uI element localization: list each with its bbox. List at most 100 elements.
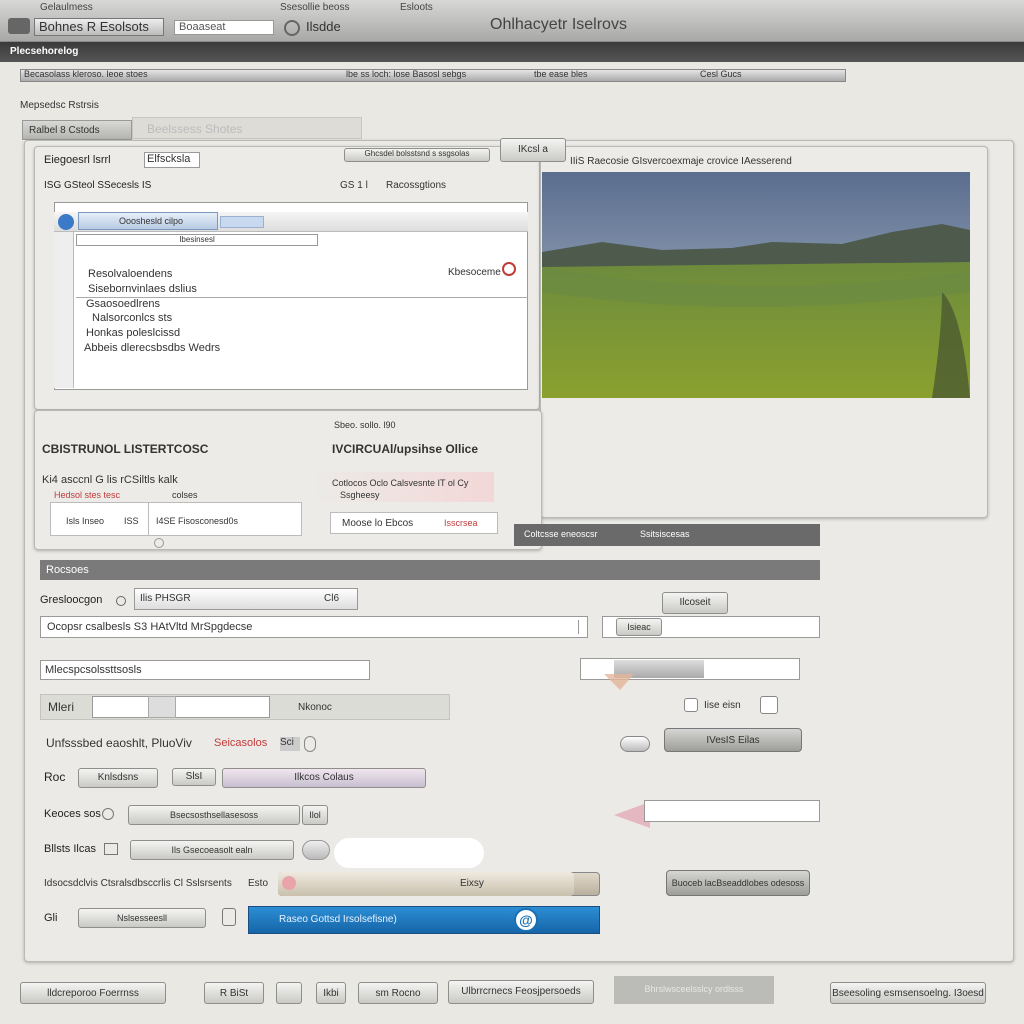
form-row4-field[interactable]	[92, 696, 270, 718]
toggle-icon[interactable]	[304, 736, 316, 752]
list-item-2[interactable]: Sisebornvinlaes dslius	[88, 283, 268, 297]
row10-icon	[222, 908, 236, 926]
form-row9-progress: Eixsy	[460, 878, 484, 889]
browser-row2-right: Racossgtions	[386, 180, 447, 191]
list-item-6[interactable]: Abbeis dlerecsbsdbs Wedrs	[84, 342, 304, 356]
list-item-4[interactable]: Nalsorconlcs sts	[92, 312, 292, 326]
top-menu-2[interactable]: Ssesollie beoss	[280, 2, 400, 14]
footer-btn-5[interactable]: Ulbrrcrnecs Feosjpersoeds	[448, 980, 594, 1004]
form-row7-label: Keoces sos	[44, 808, 101, 820]
checkbox-icon[interactable]	[684, 698, 698, 712]
browser-row1-label: Eiegoesrl lsrrl	[44, 154, 111, 166]
address-segment-4[interactable]: Cesl Gucs	[700, 69, 800, 82]
list-item-3[interactable]: Gsaosoedlrens	[86, 298, 286, 312]
form-row5-num: Sci	[280, 737, 300, 751]
form-row5-btn[interactable]: IVesIS Eilas	[664, 728, 802, 752]
form-row10-label: Gli	[44, 912, 58, 924]
top-menu-1[interactable]: Gelaulmess	[40, 2, 240, 14]
info-icon	[116, 596, 126, 606]
form-row8-label: Bllsts Ilcas	[44, 843, 96, 855]
mid-line2: Hedsol stes tesc	[54, 490, 121, 500]
footer-btn-4[interactable]: sm Rocno	[358, 982, 438, 1004]
address-segment-1[interactable]: Becasolass kleroso. leoe stoes	[24, 69, 214, 82]
globe-icon	[58, 214, 74, 230]
mid-right-heading: IVCIRCUAl/upsihse Ollice	[332, 442, 479, 456]
mid-right-cell1: Moose lo Ebcos	[342, 518, 414, 529]
section-tab-1[interactable]: Coltcsse eneoscsr	[524, 529, 634, 541]
form-row6-sel1[interactable]: Knlsdsns	[78, 768, 158, 788]
row8-oval-button[interactable]	[302, 840, 330, 860]
dropdown-icon[interactable]	[578, 620, 588, 634]
checkbox-2-icon[interactable]	[760, 696, 778, 714]
form-row7-right-field[interactable]	[644, 800, 820, 822]
list-badge: Kbesoceme	[448, 267, 501, 278]
mid-cell3: I4SE Fisosconesd0s	[156, 516, 239, 526]
form-row7-end[interactable]: Ilol	[302, 805, 328, 825]
search-input[interactable]: Boaaseat	[174, 20, 274, 35]
footer-btn-7[interactable]: Bseesoling esmsensoelng. I3oesd	[830, 982, 986, 1004]
form-row6-sel2[interactable]: SlsI	[172, 768, 216, 786]
tab-1[interactable]: Ralbel 8 Cstods	[22, 120, 132, 140]
form-section-title: Rocsoes	[40, 560, 820, 580]
browser-row2-label: ISG GSteol SSecesls IS	[44, 180, 152, 191]
address-segment-2[interactable]: lbe ss loch: lose Basosl sebgs	[346, 69, 516, 82]
list-item-1[interactable]: Resolvaloendens	[88, 268, 268, 282]
tab-label[interactable]: Ilsdde	[306, 19, 350, 35]
form-row7-field[interactable]: Bsecsosthsellasesoss	[128, 805, 300, 825]
menu-label[interactable]: Plecsehorelog	[10, 46, 130, 60]
at-icon[interactable]: @	[514, 908, 538, 932]
progress-dot-icon	[282, 876, 296, 890]
form-row9-btn[interactable]: Buoceb lacBseaddlobes odesoss	[666, 870, 810, 896]
mid-right-line2: Ssgheesy	[340, 490, 380, 500]
mid-right-line: Cotlocos Oclo Calsvesnte IT ol Cy	[332, 478, 469, 488]
mid-top-right: Sbeo. sollo. l90	[334, 420, 396, 430]
app-icon	[8, 18, 30, 34]
form-row10-field[interactable]: Nslsesseesll	[78, 908, 206, 928]
app-title: Bohnes R Esolsots	[34, 18, 164, 36]
radio-icon[interactable]	[154, 538, 164, 548]
address-segment-3[interactable]: tbe ease bles	[534, 69, 664, 82]
form-row1-value: Ilis PHSGR	[140, 593, 191, 604]
row7-info-icon	[102, 808, 114, 820]
switch-toggle[interactable]	[620, 736, 650, 752]
window-title: Ohlhacyetr Iselrovs	[490, 16, 627, 33]
mid-line1: Ki4 asccnl G lis rCSiltls kalk	[42, 474, 178, 486]
search-icon[interactable]	[284, 20, 300, 36]
form-row5-label: Unfsssbed eaoshlt, PluoViv	[46, 736, 192, 750]
form-row4-label: Mleri	[48, 700, 74, 714]
list-item-5[interactable]: Honkas poleslcissd	[86, 327, 286, 341]
new-tab-button[interactable]	[220, 216, 264, 228]
form-row1-label: Gresloocgon	[40, 594, 103, 606]
progress-bar-fill	[278, 872, 574, 896]
form-row2-btn[interactable]: Isieac	[616, 618, 662, 636]
page-subtitle: Mepsedsc Rstrsis	[20, 100, 99, 111]
browser-row1-button[interactable]: Ghcsdel bolsstsnd s ssgsolas	[344, 148, 490, 162]
form-row6-sel3[interactable]: Ilkcos Colaus	[222, 768, 426, 788]
close-icon[interactable]	[502, 262, 516, 276]
form-row1-button[interactable]: Ilcoseit	[662, 592, 728, 614]
footer-btn-1[interactable]: lldcreporoo Foerrnss	[20, 982, 166, 1004]
footer-btn-3[interactable]: Ikbi	[316, 982, 346, 1004]
form-row9-label: Idsocsdclvis Ctsralsdbsccrlis Cl Sslsrse…	[44, 878, 232, 889]
top-menu-3[interactable]: Esloots	[400, 2, 600, 14]
form-row4-spinner[interactable]	[148, 696, 176, 718]
image-caption: IIiS Raecosie GIsvercoexmaje crovice IAe…	[570, 156, 792, 167]
inner-address[interactable]: Ibesinsesl	[76, 234, 318, 246]
tab-2[interactable]: Beelssess Shotes	[132, 117, 362, 139]
form-row4-right: Iise eisn	[704, 700, 741, 711]
browser-row1-field[interactable]: Elfscksla	[144, 152, 200, 168]
inner-tab[interactable]: Oooshesld cilpo	[78, 212, 218, 230]
footer-btn-6[interactable]: Bhrslwsceelsslcy ordlsss	[614, 976, 774, 1004]
mid-heading: CBISTRUNOL LISTERTCOSC	[42, 442, 209, 456]
form-row8-field[interactable]: Ils Gsecoeasolt ealn	[130, 840, 294, 860]
arrow-icon	[604, 670, 634, 692]
form-row9-mid: Esto	[248, 878, 269, 889]
footer-icon-btn[interactable]	[276, 982, 302, 1004]
form-row10-blue[interactable]: Raseo Gottsd Irsolsefisne)	[248, 906, 600, 934]
form-row2-field[interactable]: Ocopsr csalbesls S3 HAtVltd MrSpgdecse	[40, 616, 588, 638]
form-row1-value-end: Cl6	[324, 593, 340, 604]
footer-btn-2[interactable]: R BiSt	[204, 982, 264, 1004]
section-tab-2[interactable]: Ssitsiscesas	[640, 529, 740, 541]
form-row3-field[interactable]: Mlecspcsolssttsosls	[40, 660, 370, 680]
image-label[interactable]: IKcsl a	[500, 138, 566, 162]
